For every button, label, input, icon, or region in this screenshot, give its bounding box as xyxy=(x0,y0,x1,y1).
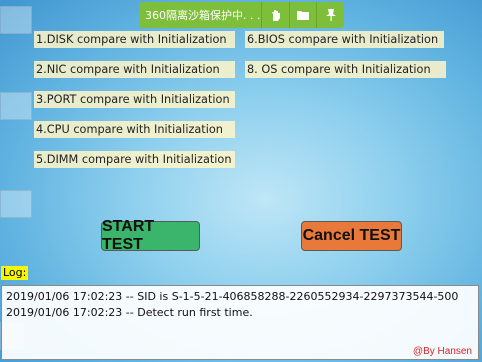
log-line: 2019/01/06 17:02:23 -- Detect run first … xyxy=(6,306,253,319)
desktop-icon xyxy=(0,6,32,34)
author-watermark: @By Hansen xyxy=(412,346,472,357)
nic-compare-item[interactable]: 2.NIC compare with Initialization xyxy=(34,61,235,78)
desktop-icon xyxy=(0,92,32,120)
sandbox-status-bar: 360隔离沙箱保护中. . . xyxy=(139,2,344,28)
disk-compare-item[interactable]: 1.DISK compare with Initialization xyxy=(34,31,235,48)
os-compare-item[interactable]: 8. OS compare with Initialization xyxy=(245,61,446,78)
log-line: 2019/01/06 17:02:23 -- SID is S-1-5-21-4… xyxy=(6,290,459,303)
pin-icon[interactable] xyxy=(316,2,344,28)
log-label: Log: xyxy=(1,266,29,280)
cpu-compare-item[interactable]: 4.CPU compare with Initialization xyxy=(34,121,235,138)
start-test-button[interactable]: START TEST xyxy=(101,218,200,253)
cancel-test-button[interactable]: Cancel TEST xyxy=(301,221,402,251)
port-compare-item[interactable]: 3.PORT compare with Initialization xyxy=(34,91,235,108)
dimm-compare-item[interactable]: 5.DIMM compare with Initialization xyxy=(34,151,235,168)
sandbox-status-title: 360隔离沙箱保护中. . . xyxy=(145,9,261,22)
hand-icon[interactable] xyxy=(261,2,289,28)
bios-compare-item[interactable]: 6.BIOS compare with Initialization xyxy=(245,31,444,48)
desktop-icon xyxy=(0,190,32,218)
folder-icon[interactable] xyxy=(288,2,317,28)
log-textbox[interactable]: 2019/01/06 17:02:23 -- SID is S-1-5-21-4… xyxy=(1,285,479,360)
